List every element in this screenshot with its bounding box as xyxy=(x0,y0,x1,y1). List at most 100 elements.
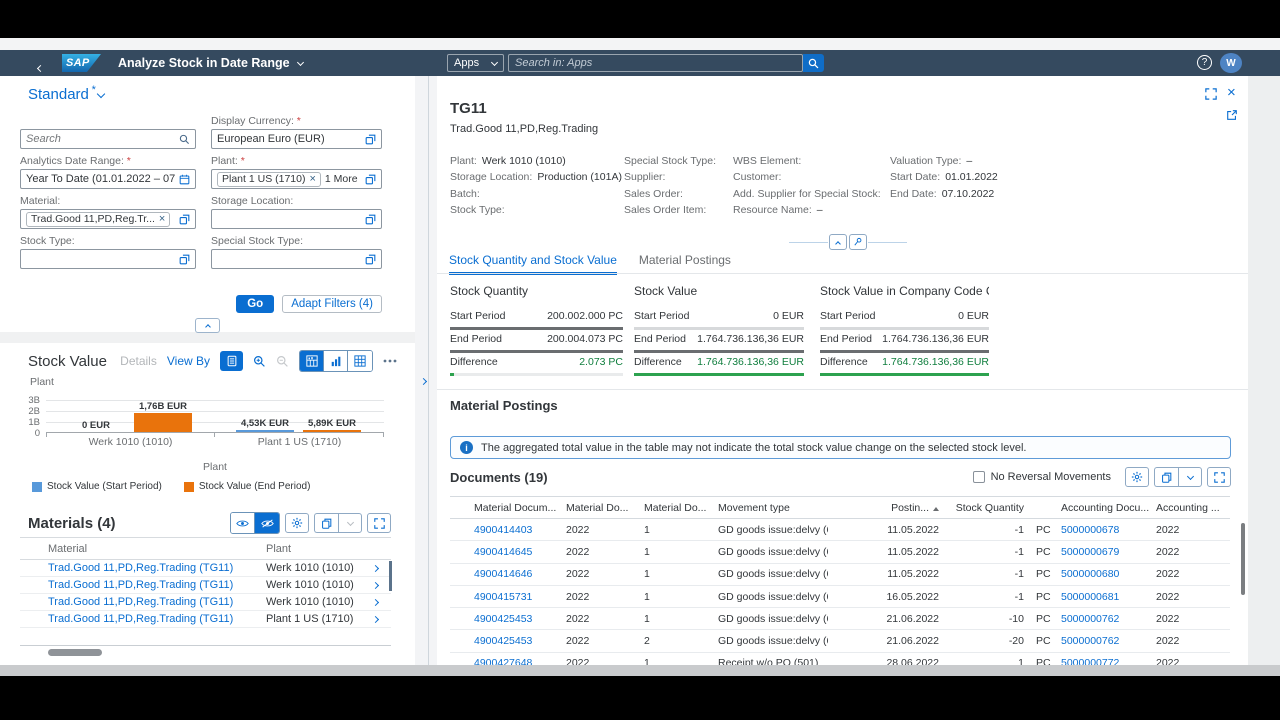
table-row[interactable]: Trad.Good 11,PD,Reg.Trading (TG11) Plant… xyxy=(20,611,391,628)
chart-overflow-button[interactable] xyxy=(383,359,397,363)
bar-chart-view-button[interactable] xyxy=(324,351,348,371)
expand-panel-arrow[interactable] xyxy=(421,371,426,389)
collapse-header-button[interactable] xyxy=(829,234,847,250)
show-details-button[interactable] xyxy=(231,513,255,533)
legend-toggle-button[interactable] xyxy=(220,351,243,371)
value-help-icon[interactable] xyxy=(365,134,376,145)
shell-search-button[interactable] xyxy=(803,54,824,72)
accounting-document-link[interactable]: 5000000762 xyxy=(1055,635,1150,647)
materials-vertical-scrollbar[interactable] xyxy=(389,561,392,591)
export-button[interactable] xyxy=(314,513,338,533)
column-header-plant[interactable]: Plant xyxy=(266,543,373,555)
column-header-accounting-document[interactable]: Accounting Docu... xyxy=(1055,502,1150,514)
table-row[interactable]: 4900427648 2022 1 Receipt w/o PO (501) 2… xyxy=(450,653,1230,665)
stock-type-input[interactable] xyxy=(20,249,196,269)
column-header-material-document-item[interactable]: Material Do... xyxy=(638,502,712,514)
sap-logo[interactable]: SAP xyxy=(62,54,101,72)
accounting-document-link[interactable]: 5000000680 xyxy=(1055,568,1150,580)
app-title-menu[interactable]: Analyze Stock in Date Range xyxy=(118,56,303,70)
hide-details-button[interactable] xyxy=(255,513,279,533)
adapt-filters-button[interactable]: Adapt Filters (4) xyxy=(282,295,382,313)
no-reversal-label[interactable]: No Reversal Movements xyxy=(991,471,1111,483)
accounting-document-link[interactable]: 5000000762 xyxy=(1055,613,1150,625)
bar-end-period[interactable] xyxy=(134,413,192,432)
details-button[interactable]: Details xyxy=(120,354,157,368)
bar-column[interactable]: 0 EUR xyxy=(67,420,125,432)
material-document-link[interactable]: 4900425453 xyxy=(468,613,560,625)
documents-vertical-scrollbar[interactable] xyxy=(1241,523,1245,595)
bar-end-period[interactable] xyxy=(303,430,361,432)
column-header-movement-type[interactable]: Movement type xyxy=(712,502,828,514)
table-row[interactable]: 4900414645 2022 1 GD goods issue:delvy (… xyxy=(450,541,1230,563)
chart-view-button[interactable] xyxy=(300,351,324,371)
documents-fullscreen-button[interactable] xyxy=(1207,467,1231,487)
material-input[interactable]: Trad.Good 11,PD,Reg.Tr... × xyxy=(20,209,196,229)
bar-chart-plot[interactable]: 0 EUR 1,76B EUR 4,53K EUR 5,89K EUR xyxy=(46,400,384,433)
remove-token-icon[interactable]: × xyxy=(309,174,315,185)
column-header-accounting-year[interactable]: Accounting ... xyxy=(1150,502,1230,514)
bar-column[interactable]: 1,76B EUR xyxy=(134,401,192,432)
column-header-stock-quantity[interactable]: Stock Quantity xyxy=(945,502,1030,514)
row-navigation-icon[interactable] xyxy=(372,598,379,605)
back-button[interactable] xyxy=(38,58,43,76)
material-document-link[interactable]: 4900425453 xyxy=(468,635,560,647)
date-range-input[interactable]: Year To Date (01.01.2022 – 07.1... xyxy=(20,169,196,189)
plant-token[interactable]: Plant 1 US (1710) × xyxy=(217,172,321,187)
value-help-icon[interactable] xyxy=(365,254,376,265)
legend-item-start-period[interactable]: Stock Value (Start Period) xyxy=(32,481,162,492)
column-header-material-document-year[interactable]: Material Do... xyxy=(560,502,638,514)
materials-settings-button[interactable] xyxy=(285,513,309,533)
column-header-posting-date[interactable]: Postin... xyxy=(828,502,945,514)
zoom-in-button[interactable] xyxy=(253,355,266,368)
table-row[interactable]: 4900415731 2022 1 GD goods issue:delvy (… xyxy=(450,586,1230,608)
table-row[interactable]: Trad.Good 11,PD,Reg.Trading (TG11) Werk … xyxy=(20,577,391,594)
value-help-icon[interactable] xyxy=(179,254,190,265)
close-panel-button[interactable]: × xyxy=(1227,85,1236,100)
materials-fullscreen-button[interactable] xyxy=(367,513,391,533)
search-input[interactable] xyxy=(26,133,175,145)
accounting-document-link[interactable]: 5000000772 xyxy=(1055,657,1150,665)
export-button[interactable] xyxy=(1154,467,1178,487)
export-menu-button[interactable] xyxy=(1178,467,1202,487)
table-row[interactable]: Trad.Good 11,PD,Reg.Trading (TG11) Werk … xyxy=(20,560,391,577)
material-document-link[interactable]: 4900414645 xyxy=(468,546,560,558)
tab-material-postings[interactable]: Material Postings xyxy=(639,253,731,275)
row-navigation-icon[interactable] xyxy=(372,581,379,588)
bar-column[interactable]: 4,53K EUR xyxy=(236,418,294,432)
documents-settings-button[interactable] xyxy=(1125,467,1149,487)
legend-item-end-period[interactable]: Stock Value (End Period) xyxy=(184,481,311,492)
material-document-link[interactable]: 4900427648 xyxy=(468,657,560,665)
display-currency-input[interactable]: European Euro (EUR) xyxy=(211,129,382,149)
export-menu-button[interactable] xyxy=(338,513,362,533)
user-avatar[interactable]: W xyxy=(1220,53,1242,73)
search-scope-select[interactable]: Apps xyxy=(447,54,504,72)
special-stock-type-input[interactable] xyxy=(211,249,382,269)
panel-splitter[interactable] xyxy=(415,76,437,665)
tab-stock-quantity-and-value[interactable]: Stock Quantity and Stock Value xyxy=(449,253,617,275)
material-link[interactable]: Trad.Good 11,PD,Reg.Trading (TG11) xyxy=(48,596,266,608)
variant-selector[interactable]: Standard xyxy=(28,86,104,103)
table-row[interactable]: 4900414403 2022 1 GD goods issue:delvy (… xyxy=(450,519,1230,541)
value-help-icon[interactable] xyxy=(365,174,376,185)
horizontal-scrollbar[interactable] xyxy=(0,665,1280,676)
value-help-icon[interactable] xyxy=(179,214,190,225)
zoom-out-button[interactable] xyxy=(276,355,289,368)
hide-filter-bar-button[interactable] xyxy=(195,318,220,333)
accounting-document-link[interactable]: 5000000681 xyxy=(1055,591,1150,603)
column-header-material[interactable]: Material xyxy=(48,543,266,555)
column-header-material-document[interactable]: Material Docum... xyxy=(468,502,560,514)
row-navigation-icon[interactable] xyxy=(372,615,379,622)
material-document-link[interactable]: 4900414646 xyxy=(468,568,560,580)
material-link[interactable]: Trad.Good 11,PD,Reg.Trading (TG11) xyxy=(48,562,266,574)
calendar-icon[interactable] xyxy=(179,174,190,185)
plant-input[interactable]: Plant 1 US (1710) × 1 More xyxy=(211,169,382,189)
material-link[interactable]: Trad.Good 11,PD,Reg.Trading (TG11) xyxy=(48,613,266,625)
accounting-document-link[interactable]: 5000000679 xyxy=(1055,546,1150,558)
accounting-document-link[interactable]: 5000000678 xyxy=(1055,524,1150,536)
material-link[interactable]: Trad.Good 11,PD,Reg.Trading (TG11) xyxy=(48,579,266,591)
bar-start-period[interactable] xyxy=(236,430,294,432)
view-by-button[interactable]: View By xyxy=(167,354,210,368)
pin-header-button[interactable] xyxy=(849,234,867,250)
value-help-icon[interactable] xyxy=(365,214,376,225)
row-navigation-icon[interactable] xyxy=(372,564,379,571)
